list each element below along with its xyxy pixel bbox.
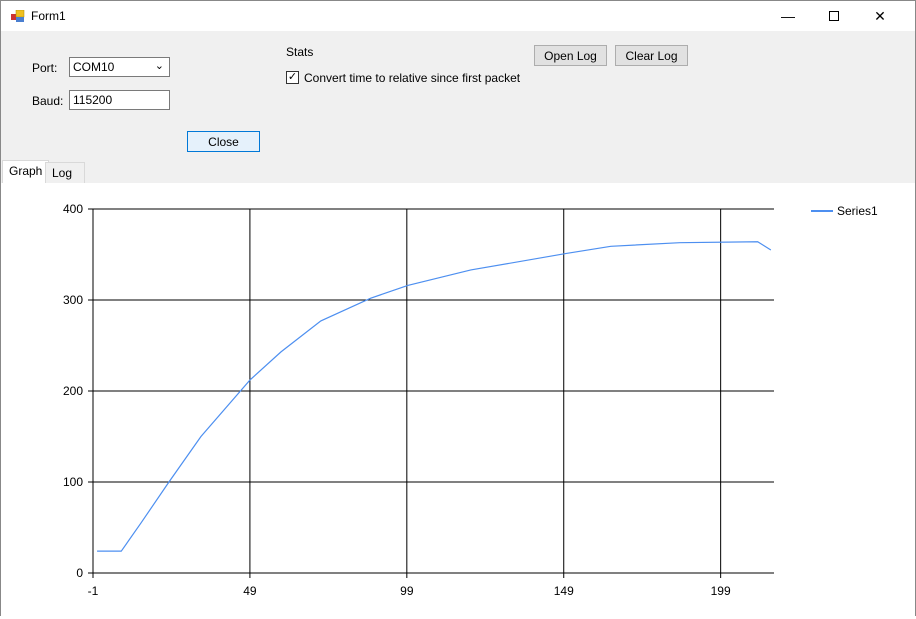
checkmark-icon: ✓ xyxy=(287,71,298,83)
chevron-down-icon: ⌄ xyxy=(154,60,164,72)
y-tick-label: 0 xyxy=(76,566,83,580)
x-tick-label: -1 xyxy=(88,584,99,598)
minimize-icon: — xyxy=(781,8,795,24)
baud-label: Baud: xyxy=(32,94,64,108)
tab-log[interactable]: Log xyxy=(45,162,85,183)
stats-label: Stats xyxy=(286,45,314,59)
open-log-button[interactable]: Open Log xyxy=(534,45,607,66)
y-tick-label: 400 xyxy=(63,202,83,216)
baud-input[interactable]: 115200 xyxy=(69,90,170,110)
x-tick-label: 149 xyxy=(554,584,574,598)
window-title: Form1 xyxy=(31,9,66,23)
maximize-icon xyxy=(829,11,839,21)
y-tick-label: 300 xyxy=(63,293,83,307)
minimize-button[interactable]: — xyxy=(765,1,811,31)
port-value: COM10 xyxy=(73,60,115,74)
x-tick-label: 199 xyxy=(711,584,731,598)
convert-time-label: Convert time to relative since first pac… xyxy=(304,71,521,85)
settings-panel: Port: COM10 ⌄ Baud: 115200 Close Stats ✓… xyxy=(0,31,916,183)
maximize-button[interactable] xyxy=(811,1,857,31)
x-tick-label: 99 xyxy=(400,584,414,598)
close-window-button[interactable]: ✕ xyxy=(857,1,903,31)
line-chart: 0 100 200 300 400 -1 49 99 149 199 Series1 xyxy=(63,202,878,598)
y-tick-label: 100 xyxy=(63,475,83,489)
legend-label: Series1 xyxy=(837,204,878,218)
tab-graph[interactable]: Graph xyxy=(2,160,50,183)
x-tick-label: 49 xyxy=(243,584,257,598)
series-line xyxy=(97,241,772,552)
close-icon: ✕ xyxy=(874,7,886,24)
title-bar: Form1 — ✕ xyxy=(0,0,916,31)
graph-panel: 0 100 200 300 400 -1 49 99 149 199 Series1 xyxy=(0,183,916,616)
app-icon xyxy=(11,10,25,22)
convert-time-checkbox[interactable]: ✓ xyxy=(286,71,299,84)
close-button[interactable]: Close xyxy=(187,131,260,152)
port-select[interactable]: COM10 ⌄ xyxy=(69,57,170,77)
port-label: Port: xyxy=(32,61,58,75)
y-tick-label: 200 xyxy=(63,384,83,398)
clear-log-button[interactable]: Clear Log xyxy=(615,45,688,66)
